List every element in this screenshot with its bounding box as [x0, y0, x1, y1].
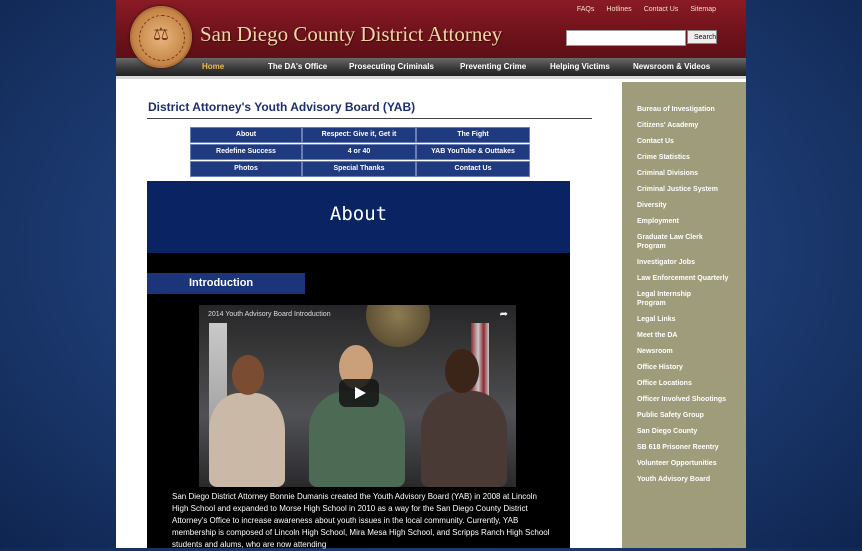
sidebar-item-san-diego-county[interactable]: San Diego County [622, 427, 746, 436]
introduction-bar: Introduction [147, 273, 305, 294]
student-left-body [209, 393, 285, 487]
student-right-body [421, 391, 507, 487]
sidebar-item-investigator-jobs[interactable]: Investigator Jobs [622, 258, 746, 267]
sidebar-item-contact-us[interactable]: Contact Us [622, 137, 746, 146]
sidebar-item-officer-involved-shootings[interactable]: Officer Involved Shootings [622, 395, 746, 404]
faqs-link[interactable]: FAQs [577, 6, 595, 13]
sidebar-item-employment[interactable]: Employment [622, 217, 746, 226]
sidebar-list: Bureau of Investigation Citizens' Academ… [622, 105, 746, 491]
sidebar-item-criminal-divisions[interactable]: Criminal Divisions [622, 169, 746, 178]
about-heading: About [329, 203, 388, 225]
sidebar-item-graduate-law-clerk[interactable]: Graduate Law Clerk Program [622, 233, 717, 251]
seal-backdrop [366, 305, 430, 347]
video-player[interactable]: 2014 Youth Advisory Board Introduction ➦ [199, 305, 516, 487]
sidebar-item-youth-advisory-board[interactable]: Youth Advisory Board [622, 475, 746, 484]
sidebar-item-volunteer-opportunities[interactable]: Volunteer Opportunities [622, 459, 746, 468]
subnav-the-fight[interactable]: The Fight [416, 127, 530, 143]
sidebar-item-legal-internship[interactable]: Legal Internship Program [622, 290, 709, 308]
introduction-heading: Introduction [189, 277, 254, 289]
page-title: District Attorney's Youth Advisory Board… [148, 100, 416, 114]
subnav-about[interactable]: About [190, 127, 302, 143]
nav-preventing-crime[interactable]: Preventing Crime [460, 62, 526, 71]
search-button[interactable]: Search [687, 30, 717, 44]
about-panel: About Introduction 2014 Youth Advisory B… [147, 181, 570, 549]
sidebar-item-citizens-academy[interactable]: Citizens' Academy [622, 121, 746, 130]
subnav-yab-youtube[interactable]: YAB YouTube & Outtakes [416, 144, 530, 160]
nav-home[interactable]: Home [202, 62, 224, 71]
sidebar-item-criminal-justice-system[interactable]: Criminal Justice System [622, 185, 746, 194]
subnav-special-thanks[interactable]: Special Thanks [302, 161, 416, 177]
share-icon[interactable]: ➦ [500, 309, 508, 320]
sidebar-item-legal-links[interactable]: Legal Links [622, 315, 746, 324]
play-icon[interactable] [339, 379, 379, 407]
about-banner: About [147, 181, 570, 253]
contact-us-link[interactable]: Contact Us [644, 6, 679, 13]
sidebar-item-public-safety-group[interactable]: Public Safety Group [622, 411, 746, 420]
nav-das-office[interactable]: The DA's Office [268, 62, 327, 71]
sidebar-item-meet-the-da[interactable]: Meet the DA [622, 331, 746, 340]
sidebar-item-crime-statistics[interactable]: Crime Statistics [622, 153, 746, 162]
yab-subnav: About Respect: Give it, Get it The Fight… [190, 127, 530, 178]
nav-divider [116, 76, 746, 79]
subnav-photos[interactable]: Photos [190, 161, 302, 177]
subnav-4-or-40[interactable]: 4 or 40 [302, 144, 416, 160]
title-divider [147, 118, 592, 119]
nav-newsroom-videos[interactable]: Newsroom & Videos [633, 62, 710, 71]
nav-helping-victims[interactable]: Helping Victims [550, 62, 610, 71]
subnav-redefine-success[interactable]: Redefine Success [190, 144, 302, 160]
sidebar-item-law-enforcement-quarterly[interactable]: Law Enforcement Quarterly [622, 274, 746, 283]
sidebar-item-sb-618[interactable]: SB 618 Prisoner Reentry [622, 443, 746, 452]
hotlines-link[interactable]: Hotlines [606, 6, 631, 13]
sidebar: Bureau of Investigation Citizens' Academ… [622, 82, 746, 548]
sidebar-item-office-locations[interactable]: Office Locations [622, 379, 746, 388]
sidebar-item-diversity[interactable]: Diversity [622, 201, 746, 210]
video-title: 2014 Youth Advisory Board Introduction [208, 311, 331, 318]
sidebar-item-bureau-of-investigation[interactable]: Bureau of Investigation [622, 105, 746, 114]
utility-links: FAQs Hotlines Contact Us Sitemap [577, 6, 716, 13]
county-seal-icon[interactable]: ⚖ [130, 6, 192, 68]
sitemap-link[interactable]: Sitemap [690, 6, 716, 13]
student-right-head [445, 349, 479, 393]
page-wrapper: FAQs Hotlines Contact Us Sitemap San Die… [116, 0, 746, 549]
subnav-respect[interactable]: Respect: Give it, Get it [302, 127, 416, 143]
sidebar-item-newsroom[interactable]: Newsroom [622, 347, 746, 356]
site-header: FAQs Hotlines Contact Us Sitemap San Die… [116, 0, 746, 58]
search-input[interactable] [566, 30, 686, 46]
main-nav: Home The DA's Office Prosecuting Crimina… [116, 58, 746, 76]
seal-emblem: ⚖ [152, 24, 170, 44]
subnav-contact-us[interactable]: Contact Us [416, 161, 530, 177]
nav-prosecuting-criminals[interactable]: Prosecuting Criminals [349, 62, 434, 71]
introduction-paragraph: San Diego District Attorney Bonnie Duman… [172, 492, 550, 549]
student-left-head [232, 355, 264, 395]
site-title[interactable]: San Diego County District Attorney [200, 22, 502, 47]
sidebar-item-office-history[interactable]: Office History [622, 363, 746, 372]
